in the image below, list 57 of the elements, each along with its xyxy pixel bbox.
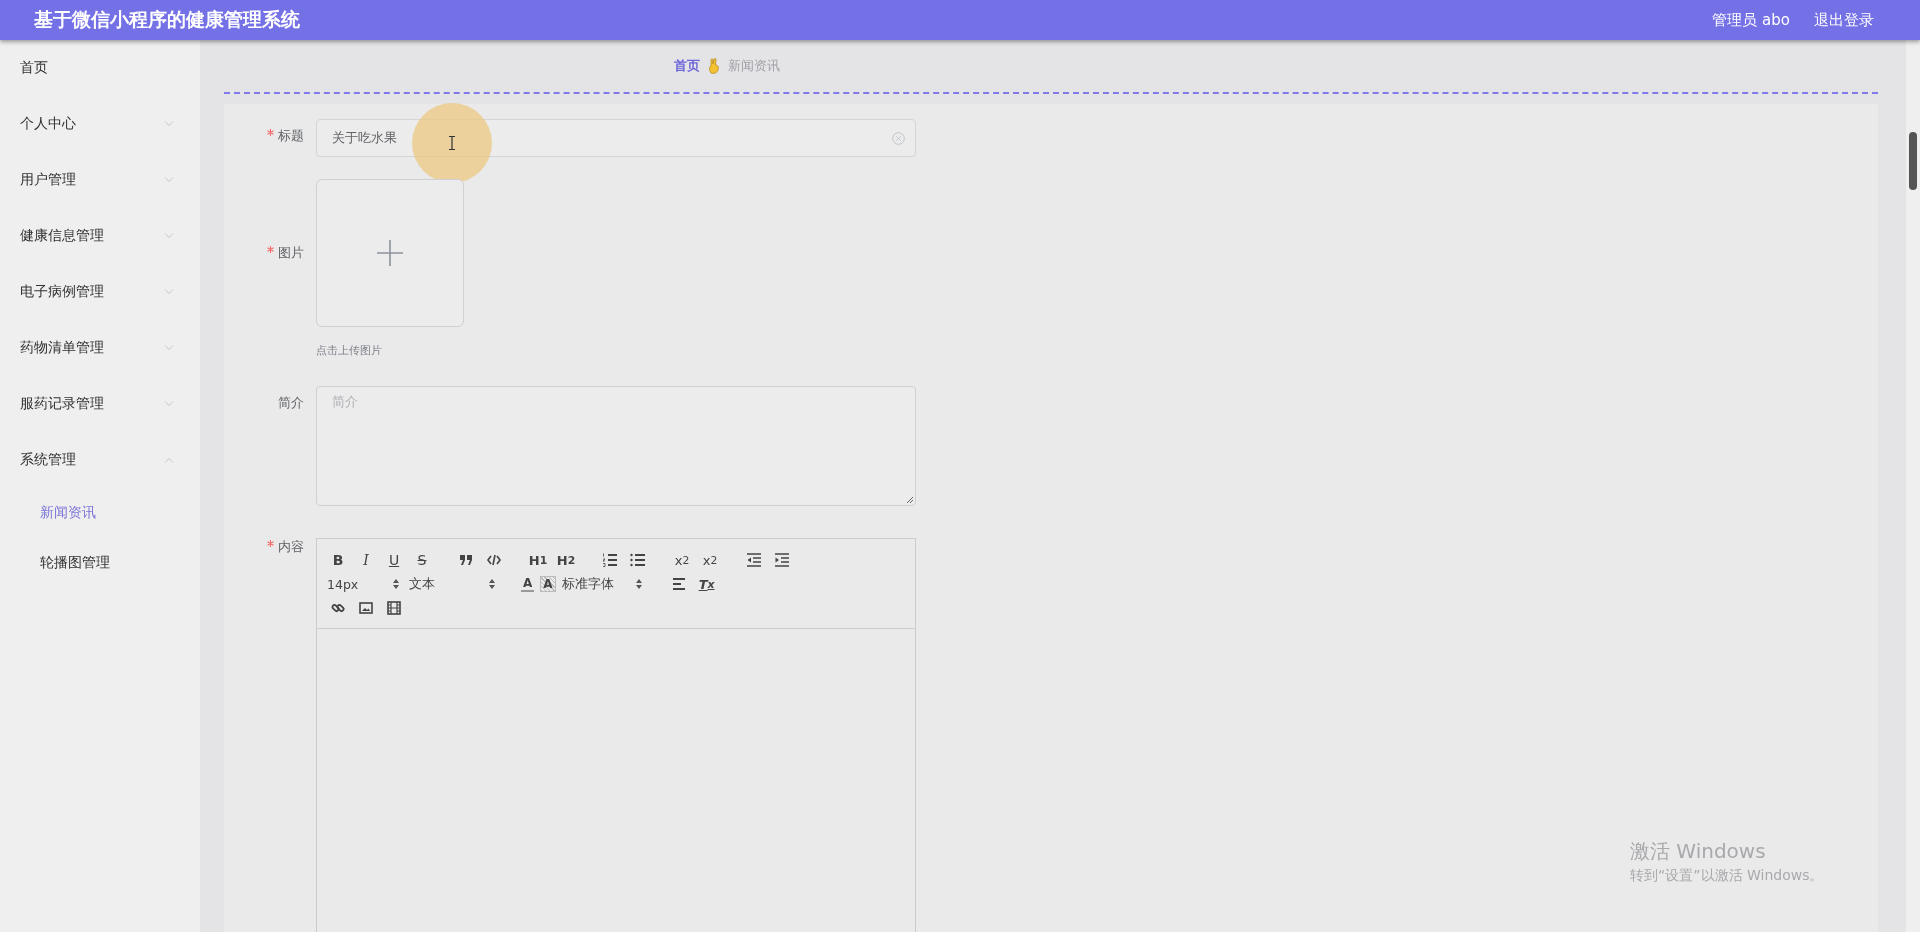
sidebar-subitem[interactable]: 新闻资讯	[0, 488, 200, 538]
chevron-down-icon	[164, 401, 174, 407]
sidebar-item[interactable]: 系统管理	[0, 432, 200, 488]
sidebar-item[interactable]: 个人中心	[0, 96, 200, 152]
field-label: 简介	[278, 395, 304, 410]
outdent-icon[interactable]	[746, 553, 762, 567]
sidebar-item[interactable]: 健康信息管理	[0, 208, 200, 264]
sidebar-item[interactable]: 用户管理	[0, 152, 200, 208]
sidebar-subitem[interactable]: 轮播图管理	[0, 538, 200, 588]
link-icon[interactable]	[331, 601, 345, 615]
numbered-list-icon[interactable]	[602, 553, 618, 567]
italic-button[interactable]: I	[355, 550, 377, 570]
field-label: 图片	[278, 245, 304, 260]
align-left-icon[interactable]	[671, 578, 686, 590]
activation-title: 激活 Windows	[1630, 838, 1767, 865]
field-label: 标题	[278, 128, 304, 143]
strikethrough-button[interactable]: S	[411, 550, 433, 570]
underline-button[interactable]: U	[383, 550, 405, 570]
user-name: 管理员 abo	[1712, 10, 1790, 30]
upload-hint: 点击上传图片	[316, 343, 382, 358]
format-select[interactable]: 文本	[409, 575, 495, 593]
select-arrows-icon	[393, 579, 399, 589]
background-color-button[interactable]: A	[540, 576, 556, 592]
scrollbar[interactable]	[1906, 40, 1920, 932]
select-arrows-icon	[635, 579, 642, 589]
breadcrumb-current: 新闻资讯	[728, 57, 780, 75]
chevron-down-icon	[164, 289, 174, 295]
resize-icon	[906, 496, 914, 504]
breadcrumb-link[interactable]: 首页	[674, 57, 700, 75]
chevron-up-icon	[164, 457, 174, 463]
text-color-button[interactable]: A	[521, 576, 535, 592]
chevron-down-icon	[164, 177, 174, 183]
sidebar-item[interactable]: 首页	[0, 40, 200, 96]
chevron-down-icon	[164, 121, 174, 127]
format-select[interactable]: 14px	[327, 576, 399, 592]
format-select[interactable]: 标准字体	[561, 575, 642, 593]
app-title: 基于微信小程序的健康管理系统	[34, 7, 300, 32]
sidebar-item[interactable]: 服药记录管理	[0, 376, 200, 432]
field-label: 内容	[278, 539, 304, 554]
bold-button[interactable]: B	[327, 550, 349, 570]
hand-icon	[708, 58, 720, 74]
film-icon[interactable]	[387, 601, 401, 615]
indent-icon[interactable]	[774, 553, 790, 567]
code-icon[interactable]	[487, 554, 501, 566]
chevron-down-icon	[164, 233, 174, 239]
chevron-down-icon	[164, 345, 174, 351]
image-icon[interactable]	[359, 602, 373, 614]
sidebar-item[interactable]: 药物清单管理	[0, 320, 200, 376]
quote-icon[interactable]	[459, 554, 473, 566]
clear-icon	[892, 131, 905, 145]
select-arrows-icon	[489, 579, 495, 589]
sidebar-item[interactable]: 电子病例管理	[0, 264, 200, 320]
logout-link[interactable]: 退出登录	[1814, 10, 1874, 30]
plus-icon	[376, 239, 404, 267]
bullet-list-icon[interactable]	[630, 553, 646, 567]
text-cursor-icon	[448, 136, 456, 150]
activation-text: 转到“设置”以激活 Windows。	[1630, 867, 1824, 885]
